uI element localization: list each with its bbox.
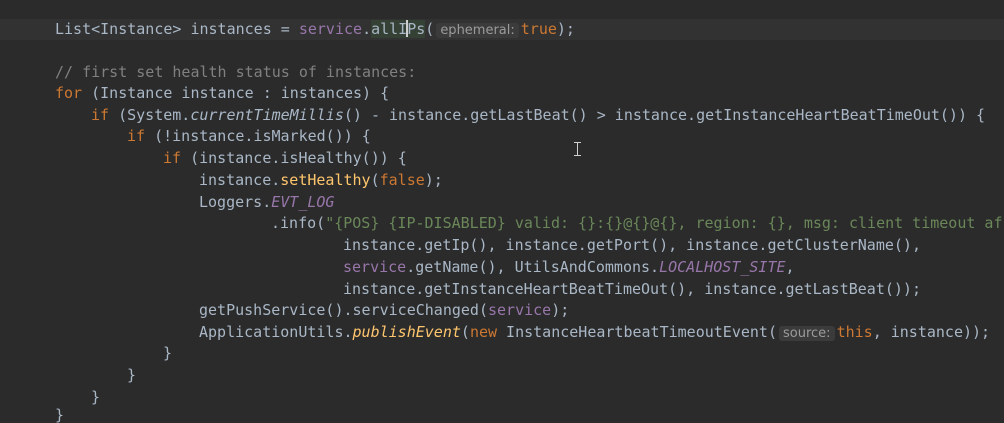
code-text: ( — [460, 323, 470, 341]
method-call-highlight: allIPs — [371, 20, 426, 38]
method-name: setHealthy — [280, 171, 371, 189]
static-constant: EVT_LOG — [271, 193, 335, 211]
code-editor[interactable]: List<Instance> instances = service.allIP… — [0, 0, 1004, 423]
keyword: if — [163, 149, 182, 167]
code-text: ( — [425, 20, 435, 38]
code-line-publish: ApplicationUtils.publishEvent(new Instan… — [199, 322, 990, 343]
keyword: this — [836, 323, 873, 341]
code-line-push: getPushService().serviceChanged(service)… — [199, 300, 569, 321]
code-text: ( — [370, 171, 380, 189]
code-text: Loggers. — [199, 193, 272, 211]
code-text: getPushService().serviceChanged( — [199, 301, 488, 319]
keyword: true — [520, 20, 557, 38]
parameter-hint: source: — [779, 326, 835, 341]
static-method: publishEvent — [352, 323, 461, 341]
keyword: false — [379, 171, 425, 189]
keyword: if — [91, 106, 110, 124]
service-field: service — [298, 20, 363, 38]
code-line-args1: instance.getIp(), instance.getPort(), in… — [343, 236, 921, 254]
method-name-part: Ps — [407, 20, 426, 38]
code-text: .getName(), UtilsAndCommons. — [406, 258, 660, 276]
service-field: service — [343, 258, 407, 276]
code-line-1[interactable]: List<Instance> instances = service.allIP… — [0, 19, 1004, 40]
method-name-part: allI — [371, 20, 408, 38]
closing-brace: } — [55, 406, 65, 423]
code-text: List<Instance> instances = — [55, 20, 299, 38]
code-line-for: for (Instance instance : instances) { — [55, 83, 389, 104]
code-text: , — [785, 258, 795, 276]
code-line-args2: service.getName(), UtilsAndCommons.LOCAL… — [343, 257, 795, 278]
closing-brace: } — [163, 344, 173, 362]
static-constant: LOCALHOST_SITE — [659, 258, 786, 276]
code-text: (System. — [109, 106, 191, 124]
code-comment: // first set health status of instances: — [55, 63, 417, 81]
code-text: () - instance.getLastBeat() > instance.g… — [343, 106, 986, 124]
code-line-if2: if (!instance.isMarked()) { — [127, 126, 371, 147]
code-line-if3: if (instance.isHealthy()) { — [163, 148, 407, 169]
code-text: ApplicationUtils. — [199, 323, 353, 341]
code-text: ); — [424, 171, 443, 189]
parameter-hint: ephemeral: — [436, 23, 519, 38]
code-text: ); — [551, 301, 570, 319]
code-text: (Instance instance : instances) { — [82, 84, 390, 102]
keyword: new — [469, 323, 498, 341]
closing-brace: } — [127, 366, 137, 384]
code-text: .info( — [271, 214, 326, 232]
closing-brace: } — [91, 388, 101, 406]
keyword: for — [55, 84, 83, 102]
keyword: if — [127, 127, 146, 145]
code-line-if1: if (System.currentTimeMillis() - instanc… — [91, 105, 985, 126]
mouse-ibeam-icon — [574, 142, 582, 156]
code-text: instance. — [199, 171, 281, 189]
code-text: (instance.isHealthy()) { — [181, 149, 407, 167]
code-text: ); — [556, 20, 575, 38]
code-text: , instance)); — [872, 323, 991, 341]
code-line-loggers: Loggers.EVT_LOG — [199, 192, 334, 213]
static-method: currentTimeMillis — [190, 106, 344, 124]
code-line-info: .info("{POS} {IP-DISABLED} valid: {}:{}@… — [271, 213, 1003, 234]
code-line-sethealthy: instance.setHealthy(false); — [199, 170, 443, 191]
code-line-args3: instance.getInstanceHeartBeatTimeOut(), … — [343, 280, 921, 298]
code-text: (!instance.isMarked()) { — [145, 127, 371, 145]
code-text: InstanceHeartbeatTimeoutEvent( — [497, 323, 777, 341]
service-field: service — [487, 301, 552, 319]
string-literal: "{POS} {IP-DISABLED} valid: {}:{}@{}@{},… — [325, 214, 1003, 232]
code-text: . — [362, 20, 372, 38]
